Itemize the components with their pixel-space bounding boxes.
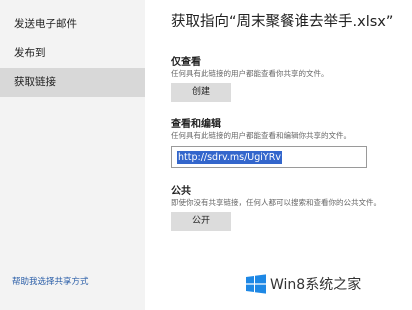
help-choose-sharing-link[interactable]: 帮助我选择共享方式 xyxy=(12,275,89,287)
view-edit-heading: 查看和编辑 xyxy=(171,119,221,130)
make-public-button[interactable]: 公开 xyxy=(171,212,231,231)
sidebar-item-publish[interactable]: 发布到 xyxy=(0,39,145,68)
sidebar-item-get-link[interactable]: 获取链接 xyxy=(0,68,145,97)
view-only-description: 任何具有此链接的用户都能查看你共享的文件。 xyxy=(171,69,329,78)
sidebar: 发送电子邮件 发布到 获取链接 帮助我选择共享方式 xyxy=(0,0,145,310)
public-heading: 公共 xyxy=(171,186,191,197)
page-title: 获取指向“周末聚餐谁去举手.xlsx” xyxy=(171,14,394,30)
view-only-heading: 仅查看 xyxy=(171,57,201,68)
windows-logo-icon xyxy=(246,274,266,294)
sidebar-item-send-email[interactable]: 发送电子邮件 xyxy=(0,10,145,39)
create-link-button[interactable]: 创建 xyxy=(171,83,231,102)
watermark-text: Win8系统之家 xyxy=(270,277,362,293)
public-description: 即使你没有共享链接，任何人都可以搜索和查看你的公共文件。 xyxy=(171,198,381,207)
share-link-text[interactable]: http://sdrv.ms/UgiYRv xyxy=(177,151,282,164)
share-link-field[interactable]: http://sdrv.ms/UgiYRv xyxy=(171,146,367,168)
watermark: Win8系统之家 xyxy=(246,272,361,296)
main-panel: 获取指向“周末聚餐谁去举手.xlsx” 仅查看 任何具有此链接的用户都能查看你共… xyxy=(145,0,412,310)
view-edit-description: 任何具有此链接的用户都能查看和编辑你共享的文件。 xyxy=(171,131,351,140)
